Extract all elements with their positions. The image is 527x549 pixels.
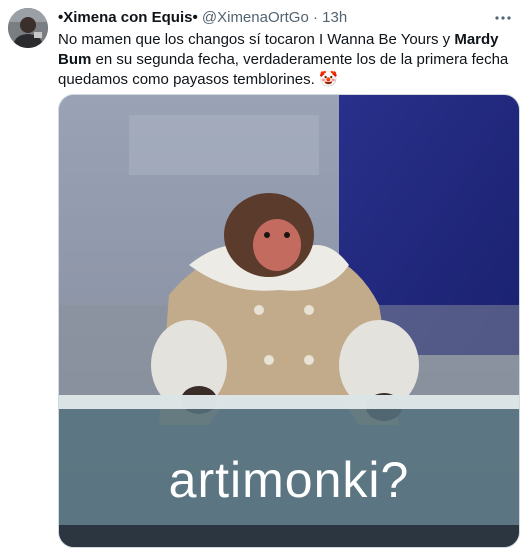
tweet-text-part1: No mamen que los changos sí tocaron I Wa… xyxy=(58,31,455,48)
separator-dot: · xyxy=(312,9,318,26)
tweet-media[interactable]: artimonki? xyxy=(58,94,520,548)
tweet-text: No mamen que los changos sí tocaron I Wa… xyxy=(58,30,513,90)
clown-emoji: 🤡 xyxy=(318,71,338,88)
tweet-time[interactable]: 13h xyxy=(322,9,347,26)
avatar-image xyxy=(8,8,48,48)
author-avatar[interactable] xyxy=(8,8,48,48)
author-handle[interactable]: @XimenaOrtGo xyxy=(202,9,309,26)
more-horizontal-icon xyxy=(495,16,511,20)
tweet-header: •Ximena con Equis• @XimenaOrtGo · 13h xyxy=(58,8,477,28)
meme-caption: artimonki? xyxy=(168,452,410,508)
author-name[interactable]: •Ximena con Equis• xyxy=(58,9,198,26)
tweet-text-part2: en su segunda fecha, verdaderamente los … xyxy=(58,51,509,88)
more-options-button[interactable] xyxy=(489,6,517,30)
